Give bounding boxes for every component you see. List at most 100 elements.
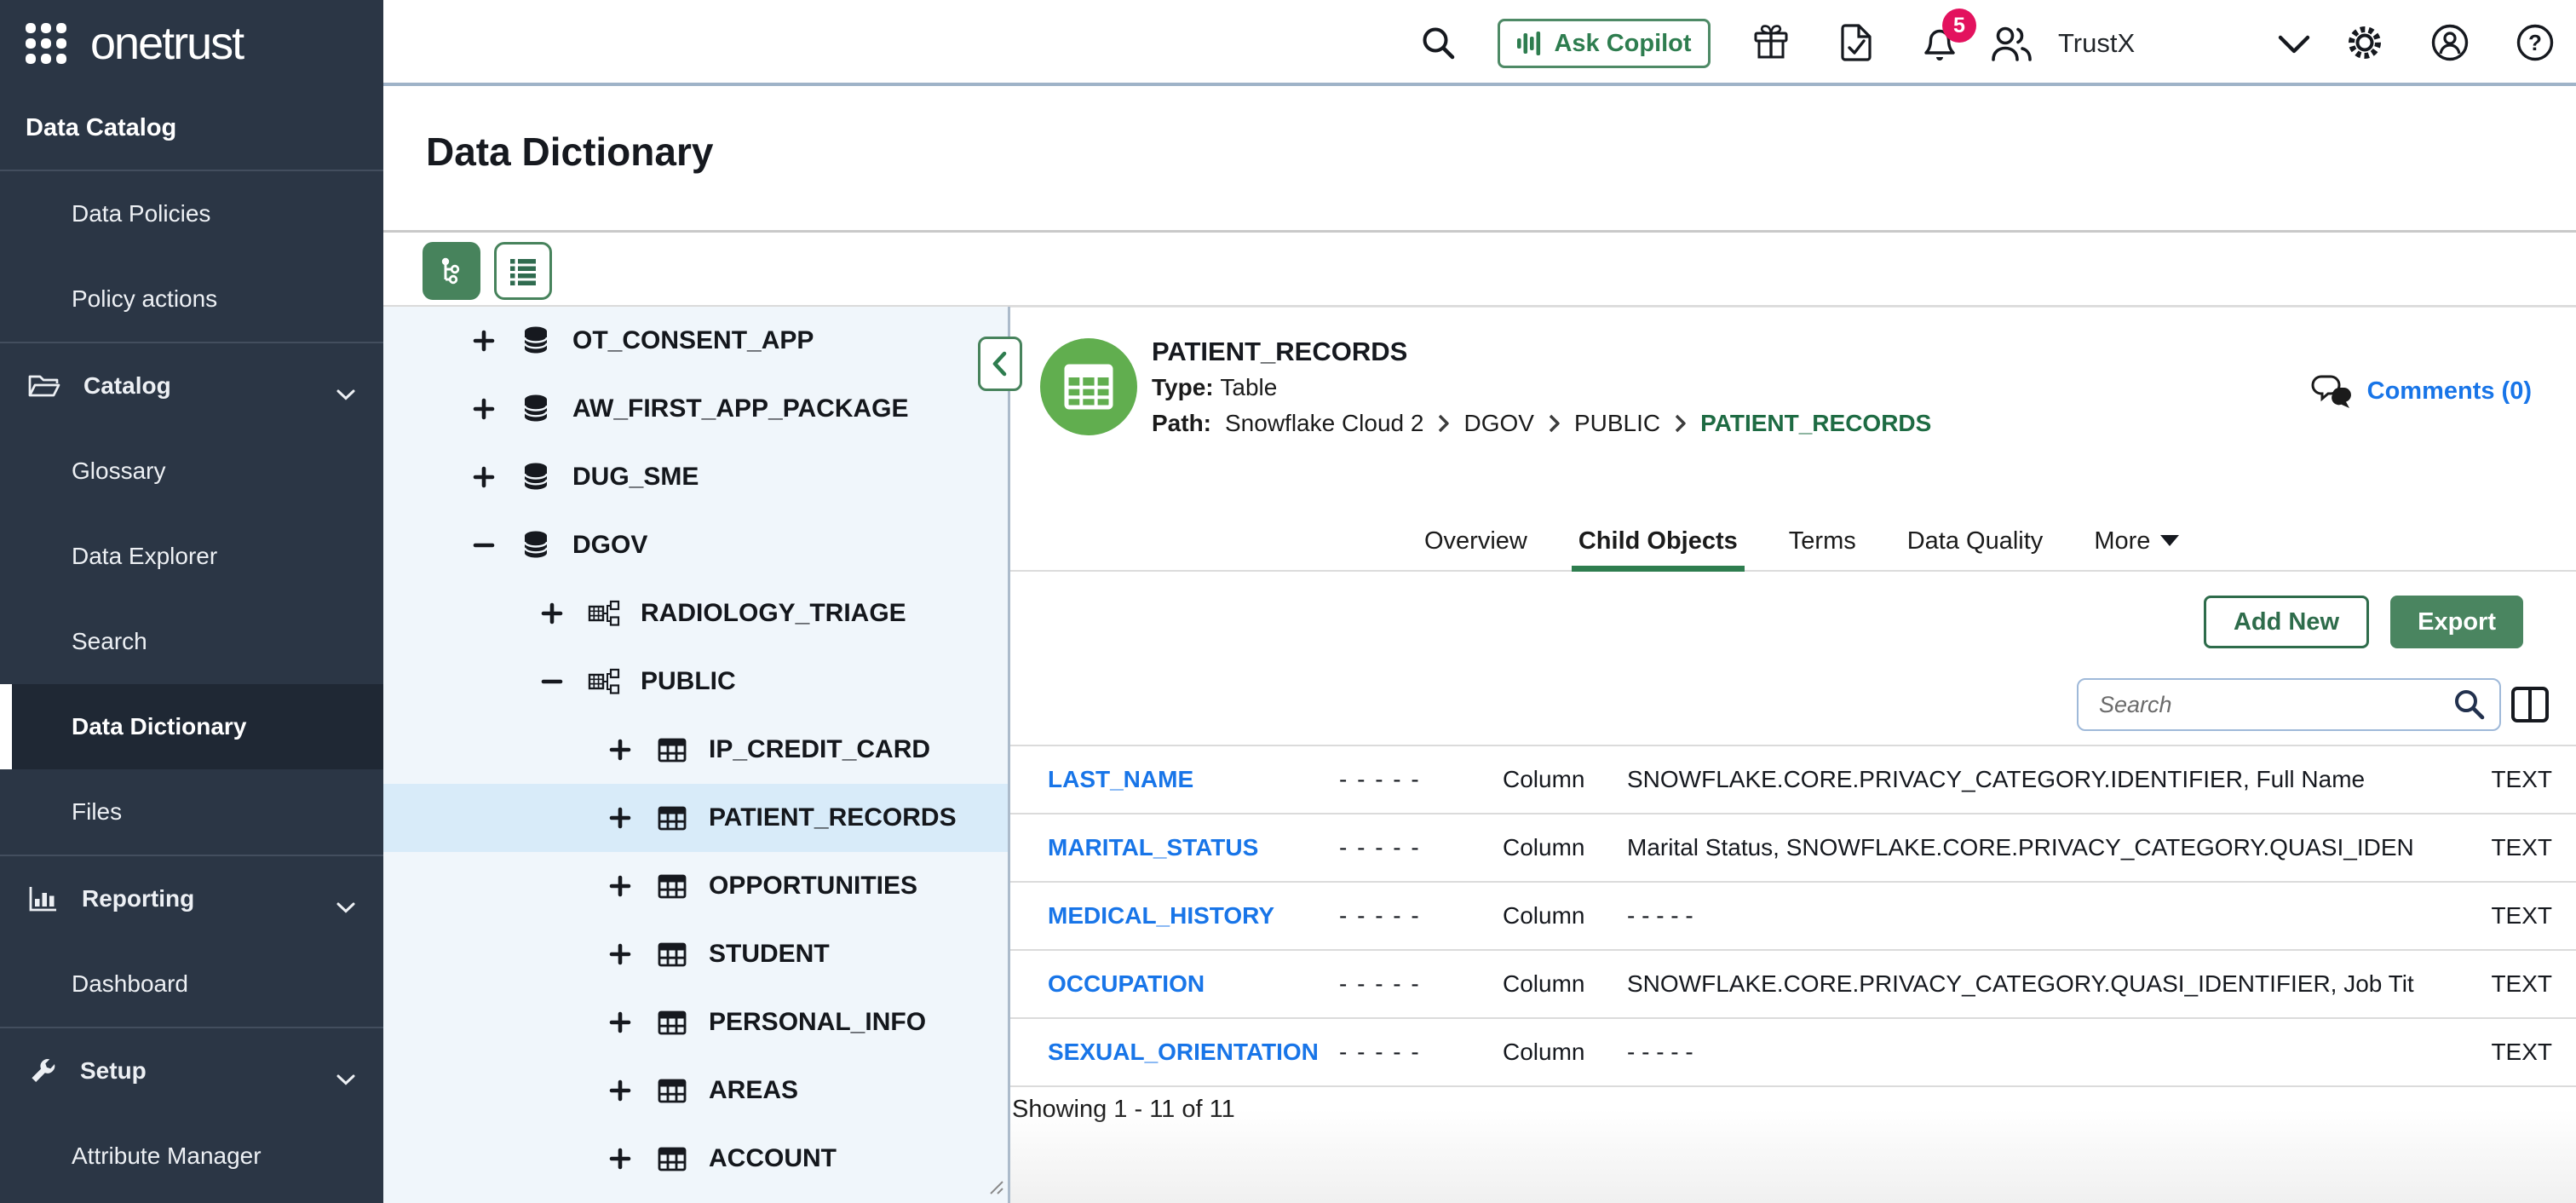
expand-plus-icon[interactable] xyxy=(605,1079,635,1102)
object-type-cell: Column xyxy=(1503,902,1584,930)
sidebar-item-search[interactable]: Search xyxy=(0,599,383,684)
column-settings-button[interactable] xyxy=(2510,684,2550,729)
breadcrumb-item[interactable]: PUBLIC xyxy=(1574,410,1660,437)
chevron-left-icon xyxy=(991,350,1009,377)
page-header: Data Dictionary xyxy=(383,86,2576,233)
chevron-right-icon xyxy=(1548,413,1561,434)
tenant-name[interactable]: TrustX xyxy=(2058,0,2135,86)
search-icon[interactable] xyxy=(1419,24,1458,63)
collapse-minus-icon[interactable] xyxy=(537,670,567,694)
breadcrumb-item[interactable]: DGOV xyxy=(1463,410,1533,437)
sidebar-item-files[interactable]: Files xyxy=(0,769,383,855)
usage-cell: - - - - - xyxy=(1339,902,1421,930)
notifications-button[interactable]: 5 xyxy=(1918,20,1963,70)
tab-more[interactable]: More xyxy=(2087,512,2186,570)
add-new-button[interactable]: Add New xyxy=(2204,596,2369,648)
expand-plus-icon[interactable] xyxy=(537,602,567,625)
ask-copilot-label: Ask Copilot xyxy=(1554,30,1691,58)
expand-plus-icon[interactable] xyxy=(605,738,635,762)
table-icon xyxy=(653,872,692,900)
main-content: PATIENT_RECORDS Type: Table Path: Snowfl… xyxy=(1010,307,2576,1203)
tab-terms[interactable]: Terms xyxy=(1782,512,1863,570)
tab-overview[interactable]: Overview xyxy=(1417,512,1534,570)
sidebar-header: Data Catalog xyxy=(0,86,383,171)
tree-node-areas[interactable]: AREAS xyxy=(383,1056,1008,1125)
tree-node-account[interactable]: ACCOUNT xyxy=(383,1125,1008,1193)
object-type-cell: Column xyxy=(1503,970,1584,998)
sidebar-group-setup[interactable]: Setup xyxy=(0,1028,383,1114)
nav-chevron-button[interactable] xyxy=(2276,34,2312,58)
sidebar-item-glossary[interactable]: Glossary xyxy=(0,429,383,514)
comments-link[interactable]: Comments (0) xyxy=(2309,374,2532,408)
sidebar-item-policy-actions[interactable]: Policy actions xyxy=(0,256,383,342)
comments-label: Comments (0) xyxy=(2367,377,2532,406)
app-screen: onetrust Ask Copilot xyxy=(0,0,2576,1203)
search-icon[interactable] xyxy=(2452,687,2487,727)
expand-plus-icon[interactable] xyxy=(605,1010,635,1034)
tree-node-dgov[interactable]: DGOV xyxy=(383,511,1008,579)
expand-plus-icon[interactable] xyxy=(469,465,499,489)
data-type-cell: TEXT xyxy=(2491,970,2552,998)
tasks-button[interactable] xyxy=(1838,22,1874,63)
account-button[interactable] xyxy=(2429,22,2470,63)
database-icon xyxy=(516,461,555,493)
table-icon xyxy=(653,1009,692,1036)
expand-plus-icon[interactable] xyxy=(605,1147,635,1171)
gift-icon xyxy=(1751,22,1791,61)
collapse-minus-icon[interactable] xyxy=(469,533,499,557)
collapse-panel-button[interactable] xyxy=(978,337,1022,391)
tree-panel: OT_CONSENT_APP AW_FIRST_APP_PACKAGE DUG_… xyxy=(383,307,1010,1203)
expand-plus-icon[interactable] xyxy=(605,874,635,898)
tree-node-patient-records[interactable]: PATIENT_RECORDS xyxy=(383,784,1008,852)
delegates-button[interactable] xyxy=(1990,24,2034,63)
column-name-link[interactable]: OCCUPATION xyxy=(1048,970,1205,998)
tree-node-public[interactable]: PUBLIC xyxy=(383,648,1008,716)
expand-plus-icon[interactable] xyxy=(469,397,499,421)
sidebar-item-dashboard[interactable]: Dashboard xyxy=(0,941,383,1027)
sidebar-item-data-policies[interactable]: Data Policies xyxy=(0,171,383,256)
ask-copilot-button[interactable]: Ask Copilot xyxy=(1498,19,1711,68)
tree-node-aw-first-app-package[interactable]: AW_FIRST_APP_PACKAGE xyxy=(383,375,1008,443)
search-input[interactable] xyxy=(2077,678,2501,731)
table-icon xyxy=(653,1077,692,1104)
tree-node-dug-sme[interactable]: DUG_SME xyxy=(383,443,1008,511)
tree-node-ip-credit-card[interactable]: IP_CREDIT_CARD xyxy=(383,716,1008,784)
help-button[interactable]: ? xyxy=(2515,22,2556,63)
column-name-link[interactable]: MEDICAL_HISTORY xyxy=(1048,902,1274,930)
sidebar-item-data-dictionary[interactable]: Data Dictionary xyxy=(0,684,383,769)
column-name-link[interactable]: LAST_NAME xyxy=(1048,766,1193,793)
sidebar-item-data-explorer[interactable]: Data Explorer xyxy=(0,514,383,599)
tree-node-ot-consent-app[interactable]: OT_CONSENT_APP xyxy=(383,307,1008,375)
tree-node-personal-info[interactable]: PERSONAL_INFO xyxy=(383,988,1008,1056)
sidebar-group-catalog[interactable]: Catalog xyxy=(0,343,383,429)
export-button[interactable]: Export xyxy=(2390,596,2523,648)
expand-plus-icon[interactable] xyxy=(469,329,499,353)
object-type-cell: Column xyxy=(1503,766,1584,793)
expand-plus-icon[interactable] xyxy=(605,942,635,966)
rewards-button[interactable] xyxy=(1751,22,1791,61)
column-name-link[interactable]: MARITAL_STATUS xyxy=(1048,834,1258,861)
gear-icon xyxy=(2344,22,2385,63)
expand-plus-icon[interactable] xyxy=(605,806,635,830)
tree-node-student[interactable]: STUDENT xyxy=(383,920,1008,988)
breadcrumb-item[interactable]: Snowflake Cloud 2 xyxy=(1225,410,1423,437)
data-type-cell: TEXT xyxy=(2491,1039,2552,1066)
list-view-button[interactable] xyxy=(494,242,552,300)
tab-data-quality[interactable]: Data Quality xyxy=(1900,512,2050,570)
tab-child-objects[interactable]: Child Objects xyxy=(1572,512,1745,570)
sidebar-item-attribute-manager[interactable]: Attribute Manager xyxy=(0,1114,383,1199)
panel-resize-handle[interactable] xyxy=(984,1175,1004,1200)
sidebar-group-reporting[interactable]: Reporting xyxy=(0,856,383,941)
settings-button[interactable] xyxy=(2344,22,2385,63)
waffle-icon[interactable] xyxy=(26,23,66,64)
column-name-link[interactable]: SEXUAL_ORIENTATION xyxy=(1048,1039,1319,1066)
sidebar: Data Catalog Data Policies Policy action… xyxy=(0,86,383,1203)
description-cell: - - - - - xyxy=(1627,902,2414,930)
top-nav: onetrust Ask Copilot xyxy=(0,0,2576,86)
tree-node-radiology-triage[interactable]: RADIOLOGY_TRIAGE xyxy=(383,579,1008,648)
tree-view-button[interactable] xyxy=(423,242,480,300)
description-cell: SNOWFLAKE.CORE.PRIVACY_CATEGORY.QUASI_ID… xyxy=(1627,970,2414,998)
folder-open-icon xyxy=(27,373,61,399)
tree-node-opportunities[interactable]: OPPORTUNITIES xyxy=(383,852,1008,920)
magnifier-icon xyxy=(1419,24,1458,63)
